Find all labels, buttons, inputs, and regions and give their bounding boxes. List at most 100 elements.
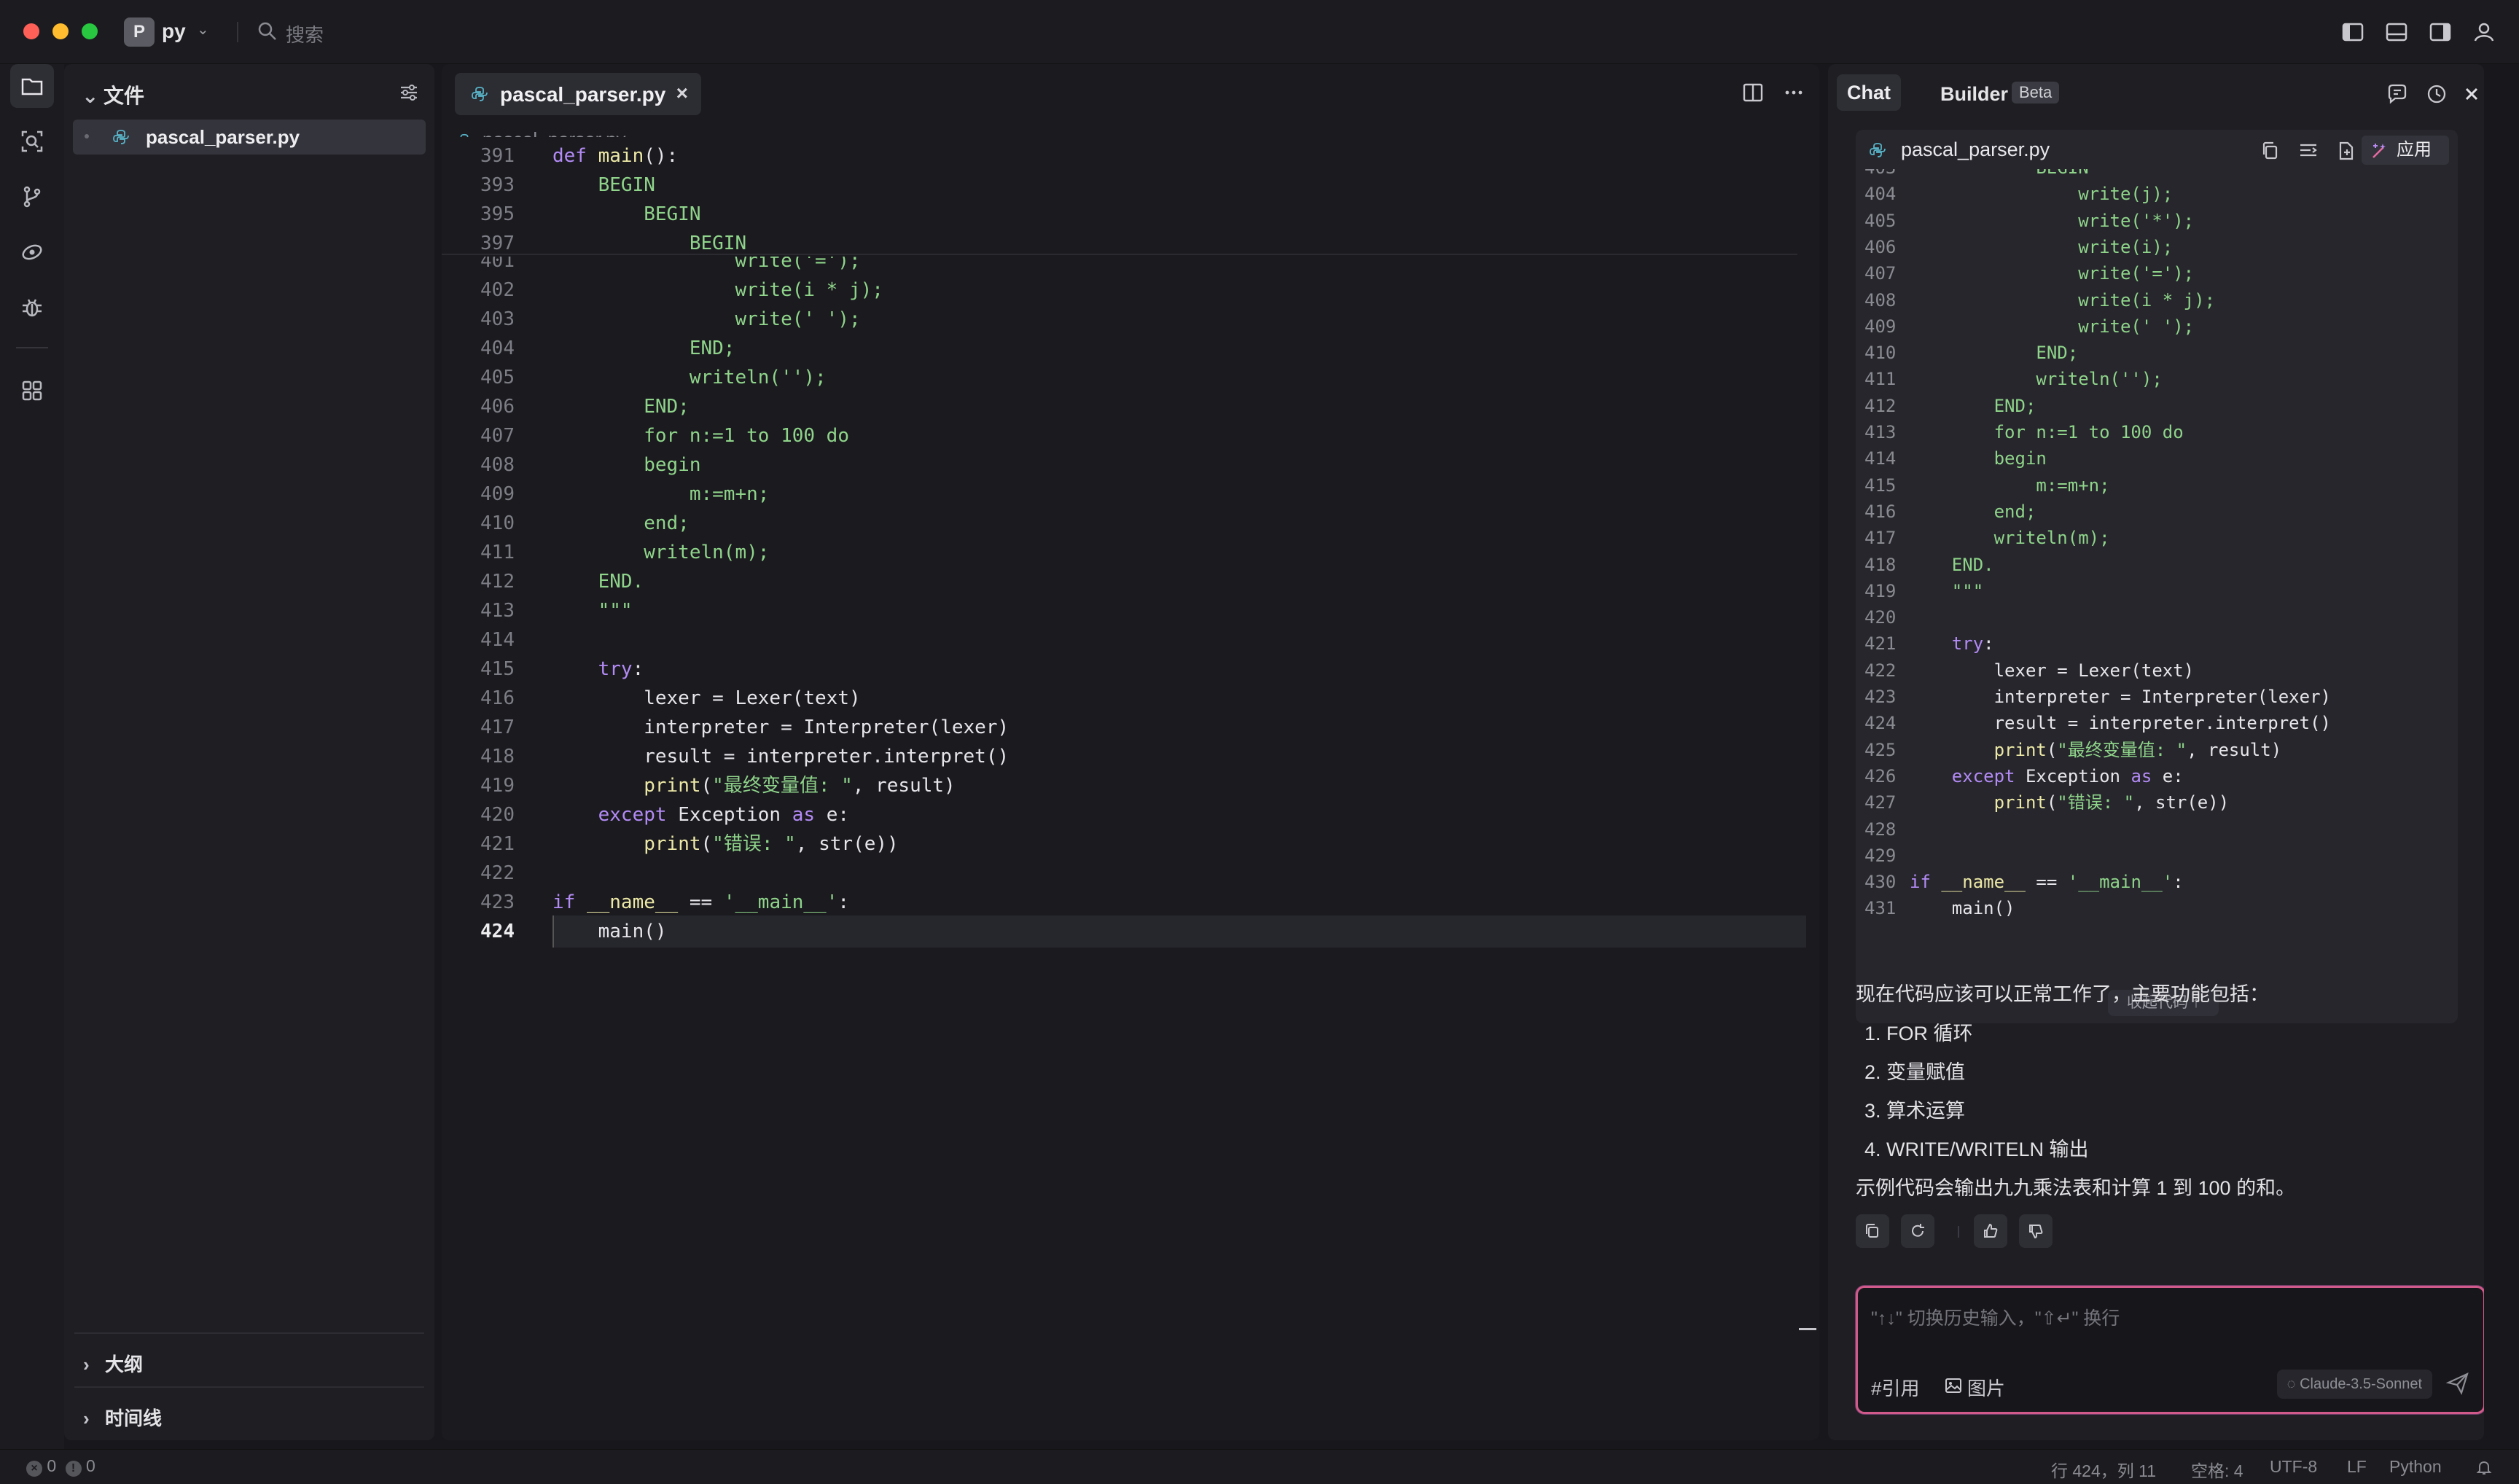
filter-settings-icon[interactable]: [398, 82, 420, 104]
code-line[interactable]: 414: [442, 624, 1819, 656]
debug-icon[interactable]: [10, 286, 54, 329]
close-icon[interactable]: [2459, 82, 2484, 106]
line-text: except Exception as e:: [598, 804, 850, 826]
toggle-secondary-sidebar-icon[interactable]: [2427, 19, 2453, 45]
toggle-panel-icon[interactable]: [2383, 19, 2410, 45]
line-number: 423: [1864, 687, 1897, 707]
cursor-position[interactable]: 行 424，列 11: [2051, 1457, 2156, 1482]
model-selector[interactable]: ◌ Claude-3.5-Sonnet: [2276, 1370, 2432, 1399]
list-item: 3. 算术运算: [1864, 1100, 1966, 1122]
new-chat-icon[interactable]: [2385, 82, 2410, 106]
code-block-filename[interactable]: pascal_parser.py: [1901, 138, 2050, 161]
code-line[interactable]: 409 m:=m+n;: [442, 478, 1819, 510]
line-text: END;: [552, 337, 735, 359]
maximize-window-button[interactable]: [82, 23, 98, 39]
code-line[interactable]: 415 try:: [442, 653, 1819, 685]
scrollbar-marker[interactable]: [1799, 1328, 1816, 1330]
code-line[interactable]: 413 """: [442, 595, 1819, 627]
explorer-header[interactable]: ⌄ 文件: [82, 80, 144, 109]
more-icon[interactable]: [1781, 80, 1806, 105]
regenerate-button[interactable]: [1901, 1214, 1934, 1248]
new-file-icon[interactable]: [2335, 140, 2357, 162]
split-editor-icon[interactable]: [1741, 80, 1765, 105]
line-text: lexer = Lexer(text): [1910, 660, 2195, 681]
image-button[interactable]: 图片: [1967, 1374, 2005, 1401]
chat-input-placeholder[interactable]: "↑↓" 切换历史输入，"⇧↵" 换行: [1871, 1304, 2120, 1330]
command-search[interactable]: 搜索: [286, 20, 324, 47]
code-line[interactable]: 419 print("最终变量值: ", result): [442, 770, 1819, 802]
line-text: """: [552, 600, 633, 622]
insert-at-cursor-icon[interactable]: [2297, 140, 2319, 162]
code-line[interactable]: 404 END;: [442, 332, 1819, 364]
search-icon[interactable]: [10, 120, 54, 163]
editor-tab[interactable]: pascal_parser.py ×: [455, 73, 701, 115]
send-icon[interactable]: [2445, 1371, 2470, 1396]
line-number: 395: [480, 203, 515, 225]
code-block-content[interactable]: 403 BEGIN 404 write(j); 405 write('*'); 406…: [1856, 169, 2458, 985]
code-line[interactable]: 421 print("错误: ", str(e)): [442, 828, 1819, 860]
encoding[interactable]: UTF-8: [2270, 1457, 2317, 1477]
account-icon[interactable]: [2471, 19, 2497, 45]
code-line[interactable]: 395 BEGIN: [442, 198, 1819, 230]
outline-section[interactable]: › 大纲: [74, 1332, 424, 1386]
copy-icon: [1866, 1224, 1878, 1238]
divider: [16, 347, 48, 348]
extensions-eye-icon[interactable]: [10, 230, 54, 274]
code-line[interactable]: 408 begin: [442, 449, 1819, 481]
code-line[interactable]: 391 def main():: [442, 140, 1819, 172]
line-ending[interactable]: LF: [2347, 1457, 2367, 1477]
code-line[interactable]: 423 if __name__ == '__main__':: [442, 886, 1819, 918]
project-avatar[interactable]: P: [124, 17, 155, 47]
line-text: end;: [1910, 501, 2036, 522]
chevron-down-icon[interactable]: ⌄: [197, 20, 209, 39]
code-line[interactable]: 412 END.: [442, 566, 1819, 598]
tab-builder[interactable]: Builder: [1940, 83, 2008, 106]
chat-input-box[interactable]: "↑↓" 切换历史输入，"⇧↵" 换行 #引用 图片 ◌ Claude-3.5-…: [1856, 1286, 2484, 1414]
code-line[interactable]: 410 end;: [442, 507, 1819, 539]
search-icon[interactable]: [257, 20, 278, 42]
apply-button[interactable]: 应用: [2362, 136, 2449, 165]
close-window-button[interactable]: [23, 23, 39, 39]
code-line[interactable]: 420 except Exception as e:: [442, 799, 1819, 831]
copy-message-button[interactable]: [1856, 1214, 1889, 1248]
close-icon[interactable]: ×: [676, 82, 688, 105]
timeline-section[interactable]: › 时间线: [74, 1386, 424, 1440]
code-line[interactable]: 417 interpreter = Interpreter(lexer): [442, 711, 1819, 743]
code-line[interactable]: 424 main(): [442, 915, 1819, 948]
line-number: 421: [1864, 633, 1897, 655]
code-line[interactable]: 393 BEGIN: [442, 169, 1819, 201]
toggle-sidebar-icon[interactable]: [2340, 19, 2366, 45]
project-name[interactable]: py: [162, 20, 186, 43]
tab-chat[interactable]: Chat: [1837, 74, 1901, 111]
history-icon[interactable]: [2424, 82, 2449, 106]
files-icon[interactable]: [10, 64, 54, 108]
copy-icon[interactable]: [2260, 140, 2281, 162]
minimize-window-button[interactable]: [52, 23, 69, 39]
language-mode[interactable]: Python: [2389, 1457, 2442, 1477]
notifications-icon[interactable]: [2475, 1458, 2493, 1476]
code-line[interactable]: 405 writeln('');: [442, 362, 1819, 394]
line-text: write(i * j);: [1910, 289, 2216, 311]
problems-indicator[interactable]: × 0 ! 0: [26, 1456, 95, 1477]
indentation[interactable]: 空格: 4: [2191, 1457, 2243, 1482]
code-line[interactable]: 422: [442, 857, 1819, 889]
line-number: 418: [480, 746, 515, 768]
thumbs-up-button[interactable]: [1974, 1214, 2007, 1248]
line-number: 414: [1864, 448, 1897, 469]
code-area[interactable]: 401 write('='); 402 write(i * j); 403 writ…: [442, 137, 1819, 1401]
code-line[interactable]: 402 write(i * j);: [442, 274, 1819, 306]
reference-button[interactable]: #引用: [1871, 1374, 1919, 1401]
file-tree-item[interactable]: pascal_parser.py: [73, 120, 426, 155]
thumbs-down-button[interactable]: [2019, 1214, 2053, 1248]
code-line[interactable]: 406 END;: [442, 391, 1819, 423]
code-line[interactable]: 411 writeln(m);: [442, 536, 1819, 569]
timeline-label: 时间线: [105, 1407, 163, 1429]
code-line[interactable]: 416 lexer = Lexer(text): [442, 682, 1819, 714]
image-icon[interactable]: [1944, 1377, 1963, 1394]
code-line[interactable]: 418 result = interpreter.interpret(): [442, 741, 1819, 773]
source-control-icon[interactable]: [10, 175, 54, 219]
warning-icon: !: [65, 1461, 82, 1477]
apps-icon[interactable]: [10, 369, 54, 413]
code-line[interactable]: 403 write(' ');: [442, 303, 1819, 335]
code-line[interactable]: 407 for n:=1 to 100 do: [442, 420, 1819, 452]
